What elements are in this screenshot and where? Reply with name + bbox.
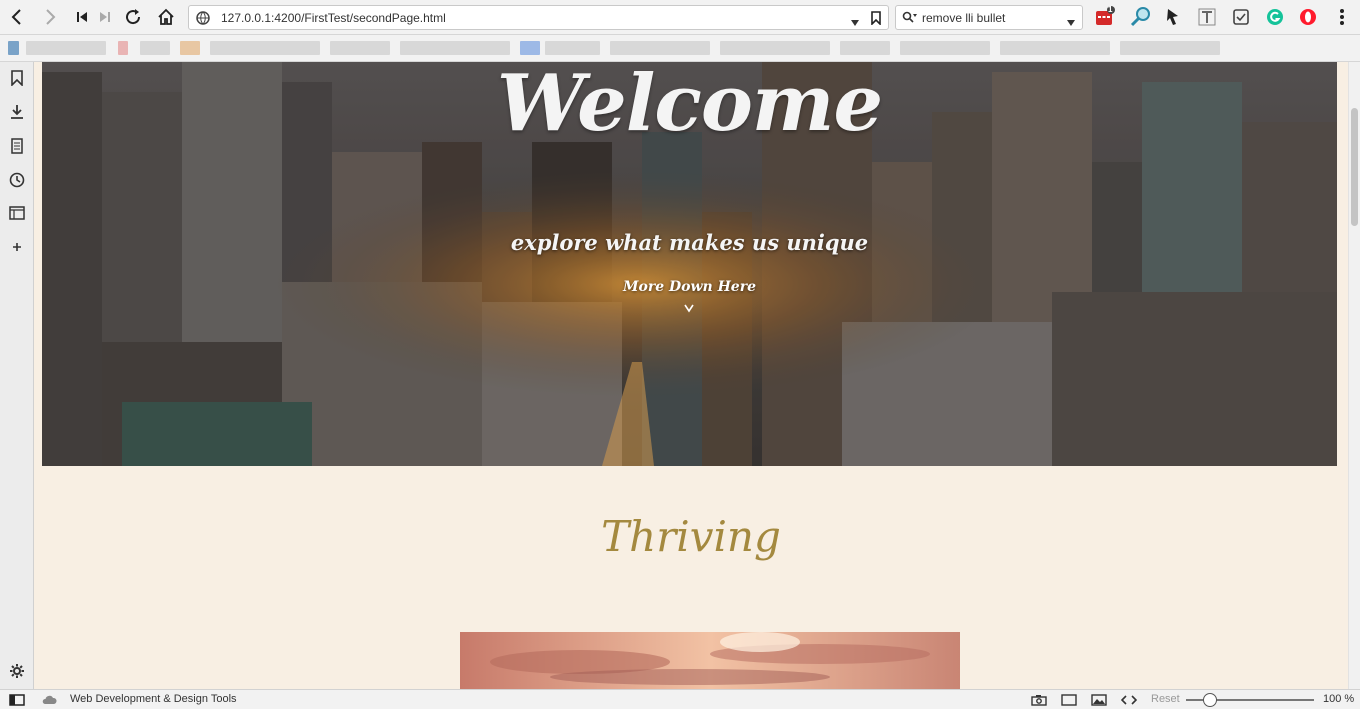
bookmark-item[interactable] [118,41,128,55]
site-info-icon[interactable] [196,11,210,30]
search-input[interactable]: remove lli bullet [922,11,1005,25]
page-viewport: Welcome explore what makes us unique Mor… [34,62,1348,689]
windows-icon[interactable] [5,201,29,225]
fast-forward-icon[interactable] [93,5,117,29]
forward-icon[interactable] [38,5,62,29]
hero-banner: Welcome explore what makes us unique Mor… [42,62,1337,466]
bookmark-item[interactable] [610,41,710,55]
address-bar[interactable]: 127.0.0.1:4200/FirstTest/secondPage.html [188,5,889,30]
vertical-scrollbar[interactable] [1348,62,1360,689]
pointer-extension-icon[interactable] [1162,6,1184,28]
bookmark-item[interactable] [330,41,390,55]
notes-icon[interactable] [5,134,29,158]
more-down-link[interactable]: More Down Here [42,279,1337,295]
section-title: Thriving [601,512,781,561]
checkbox-extension-icon[interactable] [1230,6,1252,28]
search-bar[interactable]: remove lli bullet [895,5,1083,30]
grammarly-icon[interactable] [1264,6,1286,28]
rewind-icon[interactable] [70,5,94,29]
bookmark-item[interactable] [1120,41,1220,55]
bookmarks-bar [0,35,1360,62]
zoom-level: 100 % [1323,693,1355,705]
history-icon[interactable] [5,168,29,192]
menu-kebab-icon[interactable] [1331,6,1353,28]
bookmark-item[interactable] [8,41,19,55]
side-panel [0,62,34,689]
bookmark-icon[interactable] [871,11,881,30]
downloads-icon[interactable] [5,100,29,124]
window-icon[interactable] [1060,692,1078,708]
hero-title: Welcome [496,62,883,149]
search-icon [902,11,918,30]
bookmark-item[interactable] [840,41,890,55]
opera-icon[interactable] [1297,6,1319,28]
camera-icon[interactable] [1030,692,1048,708]
bookmark-item[interactable] [1000,41,1110,55]
todo-extension-icon[interactable]: 1 [1094,5,1116,28]
zoom-reset-button[interactable]: Reset [1151,693,1180,705]
cloud-icon[interactable] [40,692,58,708]
extension-badge: 1 [1108,5,1113,14]
status-label: Web Development & Design Tools [70,693,237,705]
magnifier-extension-icon[interactable] [1130,6,1152,28]
zoom-slider-handle[interactable] [1203,693,1217,707]
bookmark-item[interactable] [520,41,540,55]
bookmark-item[interactable] [900,41,990,55]
chevron-down-icon[interactable] [682,302,696,314]
bookmark-item[interactable] [545,41,600,55]
bookmarks-icon[interactable] [5,66,29,90]
image-icon[interactable] [1090,692,1108,708]
home-icon[interactable] [154,5,178,29]
reload-icon[interactable] [121,5,145,29]
url-text[interactable]: 127.0.0.1:4200/FirstTest/secondPage.html [221,11,446,25]
bookmark-item[interactable] [720,41,830,55]
browser-window: 127.0.0.1:4200/FirstTest/secondPage.html… [0,0,1360,709]
add-panel-icon[interactable] [5,235,29,259]
status-bar: Web Development & Design Tools Reset 100… [0,689,1360,709]
back-icon[interactable] [5,5,29,29]
dropdown-icon[interactable] [850,14,860,32]
sunset-image [460,632,960,689]
bookmark-item[interactable] [210,41,320,55]
code-icon[interactable] [1120,692,1138,708]
text-extension-icon[interactable] [1196,6,1218,28]
settings-icon[interactable] [5,659,29,683]
scrollbar-thumb[interactable] [1351,108,1358,226]
panel-toggle-icon[interactable] [8,692,26,708]
browser-toolbar: 127.0.0.1:4200/FirstTest/secondPage.html… [0,0,1360,35]
bookmark-item[interactable] [26,41,106,55]
search-engine-dropdown-icon[interactable] [1066,14,1076,32]
bookmark-item[interactable] [180,41,200,55]
hero-tagline: explore what makes us unique [510,230,869,255]
bookmark-item[interactable] [400,41,510,55]
bookmark-item[interactable] [140,41,170,55]
